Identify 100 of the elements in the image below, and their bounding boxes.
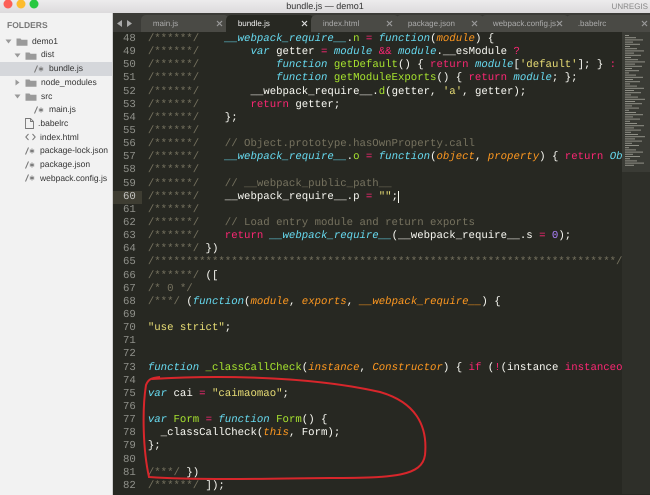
code-line: _classCallCheck(this, Form); [160, 427, 340, 440]
sidebar-header: FOLDERS [6, 19, 49, 32]
line-number: 71 [122, 335, 137, 348]
folder-row[interactable]: src [0, 90, 112, 104]
editor-tab[interactable]: index.html [310, 15, 399, 32]
code-line: /***/ }) [146, 466, 200, 480]
editor-tab[interactable]: .babelrc [566, 15, 650, 32]
line-number: 52 [122, 86, 137, 99]
file-row[interactable]: index.html [0, 130, 112, 144]
comment-glyph-icon [25, 147, 36, 156]
code-line: /******/ // Object.prototype.hasOwnProperty.call [146, 138, 475, 151]
line-number: 56 [122, 138, 137, 152]
file-row[interactable]: .babelrc [0, 116, 112, 131]
line-number: 77 [122, 414, 137, 428]
expanded-arrow-icon[interactable] [14, 92, 21, 100]
file-name: bundle.js [49, 62, 84, 76]
line-number: 73 [122, 362, 137, 375]
file-name: package.json [40, 158, 90, 171]
file-row[interactable]: webpack.config.js [0, 172, 112, 186]
file-name: package-lock.json [40, 144, 108, 158]
code-line: /******/ ]); [146, 480, 225, 493]
folder-icon [25, 50, 37, 60]
code-line: /******/ return __webpack_require__(__webpack_require__.s = 0); [146, 230, 572, 243]
tab-label: webpack.config.js [492, 18, 556, 30]
line-number: 48 [122, 33, 137, 46]
folder-row[interactable]: demo1 [0, 34, 112, 48]
tab-label: package.json [408, 18, 455, 30]
folder-icon [25, 78, 37, 88]
comment-glyph-icon [25, 174, 36, 182]
code-line: /******/ function getModuleExports() { return module; }; [146, 72, 578, 86]
code-line: /******/ function getDefault() { return module['default']; } : [146, 59, 616, 72]
file-name: main.js [49, 103, 76, 116]
line-number: 57 [122, 151, 137, 164]
line-number: 80 [122, 454, 137, 467]
line-number: 51 [122, 72, 137, 86]
line-number: 78 [122, 427, 137, 440]
code-line: /******/ [146, 204, 200, 217]
code-line: /******/ [146, 124, 200, 138]
line-number: 49 [122, 46, 137, 60]
comment-glyph-icon [34, 106, 45, 114]
code-line: var Form = function Form() { [146, 414, 328, 427]
file-name: dist [41, 48, 54, 62]
text-cursor [398, 190, 399, 203]
line-number: 58 [122, 164, 137, 178]
file-icon [25, 118, 34, 130]
code-line: /******/ var getter = module && module.__esModule ? [146, 46, 520, 59]
line-number: 54 [122, 112, 137, 125]
code-line: /******/ __webpack_require__.n = function(module) { [146, 33, 494, 46]
editor-tab[interactable]: webpack.config.js [480, 15, 569, 32]
unregistered-label: UNREGIS [612, 1, 648, 13]
editor-tab[interactable]: bundle.js [226, 15, 314, 32]
line-number: 69 [122, 308, 137, 322]
tab-label: main.js [152, 18, 178, 30]
editor-tab[interactable]: main.js [140, 15, 229, 32]
line-number: 74 [122, 374, 137, 388]
line-number: 59 [122, 178, 137, 191]
collapsed-arrow-icon[interactable] [14, 79, 21, 86]
editor-tab[interactable]: package.json [396, 15, 484, 32]
line-number: 82 [122, 480, 137, 493]
code-line: function _classCallCheck(instance, Constructor) { if (!(instance instanceo [146, 362, 622, 375]
folder-row[interactable]: dist [0, 48, 112, 62]
file-name: index.html [40, 130, 79, 144]
line-number: 67 [122, 282, 137, 296]
code-line: /******/ [146, 164, 200, 178]
code-line: /******/ __webpack_require__.p = ""; [146, 190, 398, 204]
line-number: 66 [122, 270, 137, 283]
folder-icon [16, 37, 28, 46]
folder-row[interactable]: node_modules [0, 76, 112, 90]
code-line: "use strict"; [146, 322, 232, 336]
code-line: /******/ __webpack_require__.d(getter, 'a', getter); [146, 86, 526, 99]
code-line: var cai = "caimaomao"; [146, 388, 289, 401]
folder-icon [25, 92, 37, 101]
comment-glyph-icon [34, 64, 45, 73]
code-line: /************************************************************************/ [146, 256, 622, 270]
code-line: /******/ // __webpack_public_path__ [146, 178, 392, 191]
line-number: 76 [122, 400, 137, 414]
file-row[interactable]: package-lock.json [0, 144, 112, 158]
code-line: /******/ __webpack_require__.o = function(object, property) { return Ob [146, 151, 622, 164]
code-line: /******/ }) [146, 243, 218, 256]
line-number: 65 [122, 256, 137, 270]
file-row[interactable]: main.js [0, 103, 112, 117]
code-icon [25, 133, 36, 142]
code-line: /******/ return getter; [146, 98, 340, 112]
code-line: /******/ ([ [146, 270, 218, 283]
code-line: /******/ // Load entry module and return exports [146, 216, 475, 230]
file-row[interactable]: package.json [0, 158, 112, 172]
code-line: }; [146, 440, 161, 454]
line-number: 62 [122, 216, 137, 230]
comment-glyph-icon [25, 160, 36, 169]
code-line: /***/ (function(module, exports, __webpack_require__) { [146, 296, 501, 309]
line-number: 70 [122, 322, 137, 336]
file-row[interactable]: bundle.js [0, 62, 112, 76]
line-number: 81 [122, 466, 137, 480]
code-line: /******/ }; [146, 112, 238, 125]
line-number: 60 [112, 190, 142, 204]
line-number: 61 [122, 204, 137, 217]
line-number: 63 [122, 230, 137, 244]
line-number: 68 [122, 296, 137, 309]
file-name: .babelrc [38, 116, 68, 130]
minimap-drawing[interactable] [622, 32, 650, 494]
